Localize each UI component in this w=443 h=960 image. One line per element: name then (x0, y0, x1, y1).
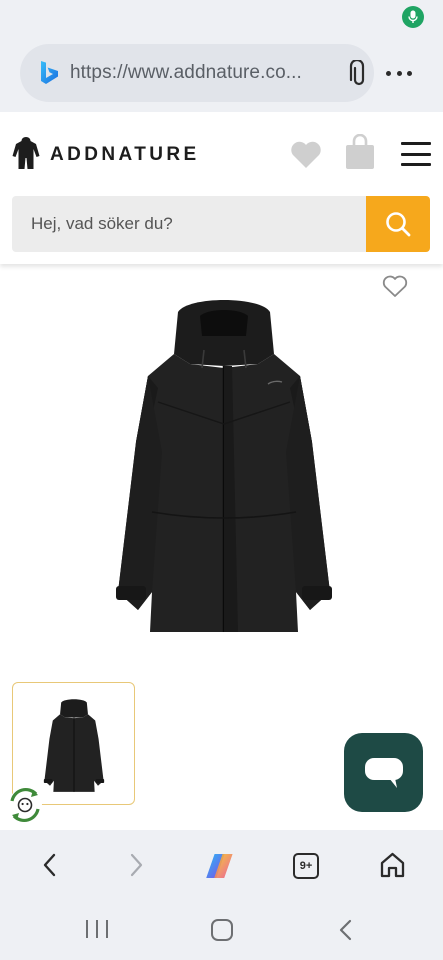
thumbnail-jacket-image (43, 699, 105, 792)
bing-icon (41, 61, 58, 84)
search-input[interactable]: Hej, vad söker du? (12, 196, 366, 252)
site-header: ADDNATURE Hej, vad söker du? (0, 112, 443, 264)
heart-outline-icon[interactable] (382, 274, 408, 298)
wishlist-heart-icon[interactable] (290, 140, 322, 170)
copilot-icon[interactable] (206, 851, 236, 881)
logo-text[interactable]: ADDNATURE (50, 144, 200, 166)
chat-bubble-icon (364, 757, 403, 788)
shopping-bag-icon[interactable] (344, 134, 376, 170)
more-dots-icon[interactable] (386, 60, 412, 86)
recents-icon[interactable] (86, 920, 108, 942)
home-circle-icon[interactable] (211, 919, 233, 941)
screen: https://www.addnature.co... ADDNATURE He… (0, 0, 443, 960)
addnature-logo-icon[interactable] (12, 136, 40, 170)
search-button[interactable] (366, 196, 430, 252)
recycle-badge-icon[interactable] (6, 786, 44, 824)
back-chevron-icon[interactable] (338, 919, 354, 941)
mic-indicator-icon (402, 6, 424, 28)
hamburger-menu-icon[interactable] (401, 142, 431, 166)
home-icon[interactable] (379, 851, 406, 879)
address-bar[interactable]: https://www.addnature.co... (20, 44, 374, 102)
chat-button[interactable] (344, 733, 423, 812)
browser-toolbar: https://www.addnature.co... (0, 34, 443, 112)
product-jacket-image[interactable] (108, 292, 340, 636)
url-text: https://www.addnature.co... (70, 62, 302, 83)
back-arrow-icon[interactable] (38, 852, 62, 878)
system-nav-bar (0, 902, 443, 960)
browser-bottom-nav: 9+ (0, 830, 443, 902)
search-icon (386, 212, 411, 237)
tabs-count: 9+ (299, 860, 313, 872)
paperclip-icon[interactable] (344, 60, 370, 88)
tabs-counter-button[interactable]: 9+ (293, 853, 319, 879)
status-bar (0, 0, 443, 34)
search-placeholder: Hej, vad söker du? (31, 214, 173, 233)
forward-arrow-icon[interactable] (124, 852, 148, 878)
